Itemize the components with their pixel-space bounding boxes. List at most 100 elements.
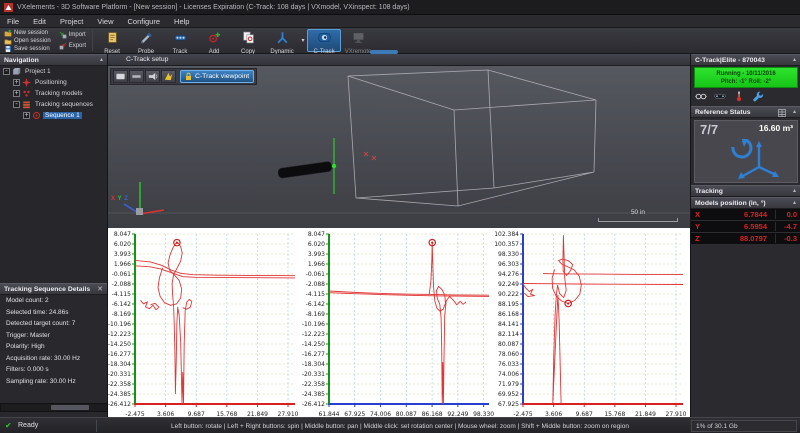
ctrack-status-box: Running - 10/11/2016 Pitch: -1° Roll: -2… — [694, 67, 798, 88]
collapse-expander-icon[interactable]: - — [3, 68, 10, 75]
svg-text:69.952: 69.952 — [498, 391, 519, 398]
3d-viewport[interactable]: C-Track viewpoint X Y Z 50 in — [108, 66, 690, 228]
toolbar-save-session[interactable]: Save session — [2, 45, 53, 53]
svg-text:102.384: 102.384 — [494, 231, 519, 238]
tree-item-sequence-1[interactable]: +Sequence 1 — [0, 110, 107, 121]
surface-icon — [115, 71, 126, 82]
close-icon[interactable]: ✕ — [97, 284, 103, 295]
sequence-details-header[interactable]: Tracking Sequence Details ✕ — [0, 283, 107, 295]
viewport-projector-button[interactable] — [145, 70, 160, 83]
collapse-icon[interactable]: ▴ — [793, 55, 796, 66]
ctrack-wrench-button[interactable] — [752, 89, 764, 107]
svg-text:-8.169: -8.169 — [306, 311, 326, 318]
svg-text:94.276: 94.276 — [498, 271, 519, 278]
models-position-header[interactable]: Models position (in, °) ▴ — [691, 197, 800, 209]
svg-text:96.303: 96.303 — [498, 261, 519, 268]
center-panel: C-Track setup — [108, 54, 690, 417]
ctrack-viewpoint-toggle[interactable]: C-Track viewpoint — [180, 70, 254, 83]
expand-expander-icon[interactable]: + — [23, 112, 30, 119]
viewport-laser-button[interactable] — [161, 70, 176, 83]
x-axis-label: X — [111, 196, 115, 202]
toolbar-separator — [92, 30, 93, 51]
horizontal-scrollbar[interactable] — [0, 403, 108, 412]
ctrack-glasses-button[interactable] — [695, 89, 707, 107]
toolbar-probe[interactable]: Probe — [129, 29, 163, 52]
svg-text:76.033: 76.033 — [498, 361, 519, 368]
toolbar-open-session[interactable]: Open session — [2, 37, 53, 45]
svg-text:-12.223: -12.223 — [108, 331, 131, 338]
right-panel: C-Track|Elite - 870043 ▴ Running - 10/11… — [690, 54, 800, 417]
tree-item-tracking-sequences[interactable]: -Tracking sequences — [0, 99, 107, 110]
scale-label: 50 in — [631, 209, 645, 216]
ctrack-temperature-button[interactable] — [733, 89, 745, 107]
toolbar-copy-sequence[interactable]: Copy sequence — [231, 29, 265, 52]
toolbar-dynamic-dropdown[interactable]: ▾ — [299, 29, 307, 52]
button-label: Save session — [14, 46, 50, 52]
ctrack-panel-header[interactable]: C-Track|Elite - 870043 ▴ — [691, 54, 800, 66]
menu-help[interactable]: Help — [167, 15, 196, 28]
tree-item-tracking-models[interactable]: + Tracking models — [0, 88, 107, 99]
svg-text:-26.412: -26.412 — [302, 401, 325, 408]
collapse-icon[interactable]: ▴ — [793, 186, 796, 197]
svg-text:-6.142: -6.142 — [306, 301, 326, 308]
ctrack-camera-button[interactable] — [714, 89, 726, 107]
reference-status-header[interactable]: Reference Status ▴ — [691, 106, 800, 118]
svg-text:-4.115: -4.115 — [112, 291, 132, 298]
menu-configure[interactable]: Configure — [121, 15, 168, 28]
toolbar-vxremote[interactable]: VXremote — [341, 29, 375, 52]
navigation-header[interactable]: Navigation ▴ — [0, 54, 107, 66]
viewport-title: C-Track setup — [126, 56, 168, 63]
toolbar-c-track-setup[interactable]: C-Track setup — [307, 29, 341, 52]
models-position-row-x: X6.78440.0 — [691, 209, 800, 221]
collapse-expander-icon[interactable]: - — [13, 101, 20, 108]
menu-edit[interactable]: Edit — [26, 15, 53, 28]
memory-usage-indicator: 1% of 30.1 Gb — [691, 420, 797, 432]
toolbar-new-session[interactable]: New session — [2, 29, 53, 37]
collapse-icon[interactable]: ▴ — [793, 198, 796, 209]
svg-text:-2.088: -2.088 — [306, 281, 326, 288]
collapse-icon[interactable]: ▴ — [100, 55, 103, 66]
rotation-value: -0.3 — [776, 234, 800, 243]
expand-expander-icon[interactable]: + — [13, 90, 20, 97]
camera-icon — [714, 90, 726, 102]
scrollbar-thumb[interactable] — [51, 405, 89, 410]
viewport-surface-button[interactable] — [113, 70, 128, 83]
models-position-table: X6.78440.0Y6.5954-4.7Z88.0797-0.3 — [691, 209, 800, 245]
status-bar: ✔ Ready Left button: rotate | Left + Rig… — [0, 417, 800, 433]
status-ready-label: Ready — [18, 422, 38, 429]
toolbar-dynamic[interactable]: Dynamic — [265, 29, 299, 52]
laser-icon — [163, 71, 174, 82]
ctrack-setup-icon — [318, 31, 331, 44]
svg-text:90.222: 90.222 — [498, 291, 519, 298]
viewport-plane-button[interactable] — [129, 70, 144, 83]
detail-polarity: Polarity: High — [0, 341, 107, 353]
toolbar-reset-project[interactable]: Reset project — [95, 29, 129, 52]
svg-text:67.925: 67.925 — [498, 401, 519, 408]
table-icon[interactable] — [778, 109, 786, 117]
menu-project[interactable]: Project — [53, 15, 90, 28]
button-label: Import — [69, 32, 86, 38]
toolbar-track[interactable]: Track — [163, 29, 197, 52]
toolbar-import[interactable]: Import — [57, 31, 88, 39]
measurement-volume-wireframe — [348, 70, 596, 206]
tree-item-project-1[interactable]: -Project 1 — [0, 66, 107, 77]
collapse-icon[interactable]: ▴ — [793, 107, 796, 118]
title-bar: VXelements - 3D Software Platform - [New… — [0, 0, 800, 15]
track-icon — [174, 31, 187, 44]
left-panel: Navigation ▴ -Project 1+Positioning+Trac… — [0, 54, 108, 417]
device-origin-dot — [332, 164, 336, 168]
toolbar-add-sequence[interactable]: Add sequence — [197, 29, 231, 52]
expand-expander-icon[interactable]: + — [13, 79, 20, 86]
tree-sequence-icon — [32, 111, 41, 120]
charts-canvas[interactable]: 8.0476.0203.9931.966-0.061-2.088-4.115-6… — [108, 228, 690, 417]
menu-view[interactable]: View — [90, 15, 120, 28]
tracking-header[interactable]: Tracking ▴ — [691, 185, 800, 197]
tree-item-positioning[interactable]: +Positioning — [0, 77, 107, 88]
svg-text:86.168: 86.168 — [498, 311, 519, 318]
menu-file[interactable]: File — [0, 15, 26, 28]
tracking-charts-panel[interactable]: 8.0476.0203.9931.966-0.061-2.088-4.115-6… — [108, 228, 690, 417]
add-sequence-icon — [208, 31, 221, 44]
mouse-hints-label: Left button: rotate | Left + Right butto… — [171, 423, 629, 430]
toolbar-export[interactable]: Export — [57, 42, 88, 50]
tree-item-label: Tracking models — [33, 90, 84, 97]
